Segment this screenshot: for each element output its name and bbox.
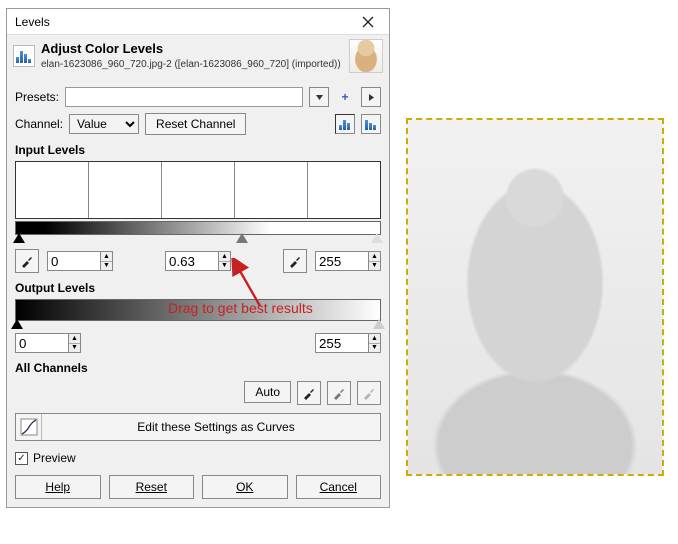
close-button[interactable] (353, 12, 383, 32)
output-high-field[interactable] (315, 333, 369, 353)
all-channels-label: All Channels (15, 361, 381, 375)
pick-black-eyedropper-icon[interactable] (15, 249, 39, 273)
output-gradient[interactable] (15, 299, 381, 321)
white-point-handle[interactable] (371, 233, 383, 243)
input-gradient[interactable] (15, 221, 381, 235)
output-white-handle[interactable] (373, 319, 385, 329)
preview-checkbox[interactable]: ✓ (15, 452, 28, 465)
log-histogram-icon[interactable] (361, 114, 381, 134)
output-high-spinner[interactable]: ▲▼ (369, 333, 381, 353)
output-black-handle[interactable] (11, 319, 23, 329)
channel-label: Channel: (15, 117, 63, 131)
output-slider-track[interactable] (15, 321, 381, 331)
curves-icon (16, 414, 42, 440)
channel-row: Channel: Value Reset Channel (15, 113, 381, 135)
presets-row: Presets: + (15, 87, 381, 107)
input-slider-track[interactable] (15, 235, 381, 245)
linear-histogram-icon[interactable] (335, 114, 355, 134)
presets-dropdown-button[interactable] (309, 87, 329, 107)
help-button[interactable]: Help (15, 475, 101, 499)
preset-menu-button[interactable] (361, 87, 381, 107)
pick-white-eyedropper-icon[interactable] (283, 249, 307, 273)
image-thumbnail[interactable] (349, 39, 383, 73)
input-low-field[interactable] (47, 251, 101, 271)
all-black-eyedropper-icon[interactable] (297, 381, 321, 405)
black-point-handle[interactable] (13, 233, 25, 243)
histogram[interactable] (15, 161, 381, 219)
reset-channel-button[interactable]: Reset Channel (145, 113, 246, 135)
reset-button[interactable]: Reset (109, 475, 195, 499)
gamma-handle[interactable] (236, 233, 248, 243)
edit-as-curves-label: Edit these Settings as Curves (52, 420, 380, 434)
edit-as-curves-button[interactable]: Edit these Settings as Curves (15, 413, 381, 441)
levels-dialog: Levels Adjust Color Levels elan-1623086_… (6, 8, 390, 508)
dialog-title: Adjust Color Levels (41, 41, 343, 58)
output-low-field[interactable] (15, 333, 69, 353)
canvas-image (408, 120, 662, 474)
input-high-spinner[interactable]: ▲▼ (369, 251, 381, 271)
cancel-button[interactable]: Cancel (296, 475, 382, 499)
presets-input[interactable] (65, 87, 303, 107)
input-gamma-spinner[interactable]: ▲▼ (219, 251, 231, 271)
input-high-field[interactable] (315, 251, 369, 271)
channel-select[interactable]: Value (69, 114, 139, 134)
window-title: Levels (15, 15, 353, 29)
output-levels-label: Output Levels (15, 281, 381, 295)
add-preset-icon[interactable]: + (335, 87, 355, 107)
titlebar: Levels (7, 9, 389, 35)
all-white-eyedropper-icon[interactable] (357, 381, 381, 405)
canvas-selection (406, 118, 664, 476)
dialog-subtitle: elan-1623086_960_720.jpg-2 ([elan-162308… (41, 58, 343, 71)
presets-label: Presets: (15, 90, 59, 104)
auto-button[interactable]: Auto (244, 381, 291, 403)
dialog-header: Adjust Color Levels elan-1623086_960_720… (7, 35, 389, 77)
output-low-spinner[interactable]: ▲▼ (69, 333, 81, 353)
preview-label: Preview (33, 451, 76, 465)
ok-button[interactable]: OK (202, 475, 288, 499)
all-gray-eyedropper-icon[interactable] (327, 381, 351, 405)
input-gamma-field[interactable] (165, 251, 219, 271)
input-levels-label: Input Levels (15, 143, 381, 157)
levels-icon (13, 45, 35, 67)
input-low-spinner[interactable]: ▲▼ (101, 251, 113, 271)
